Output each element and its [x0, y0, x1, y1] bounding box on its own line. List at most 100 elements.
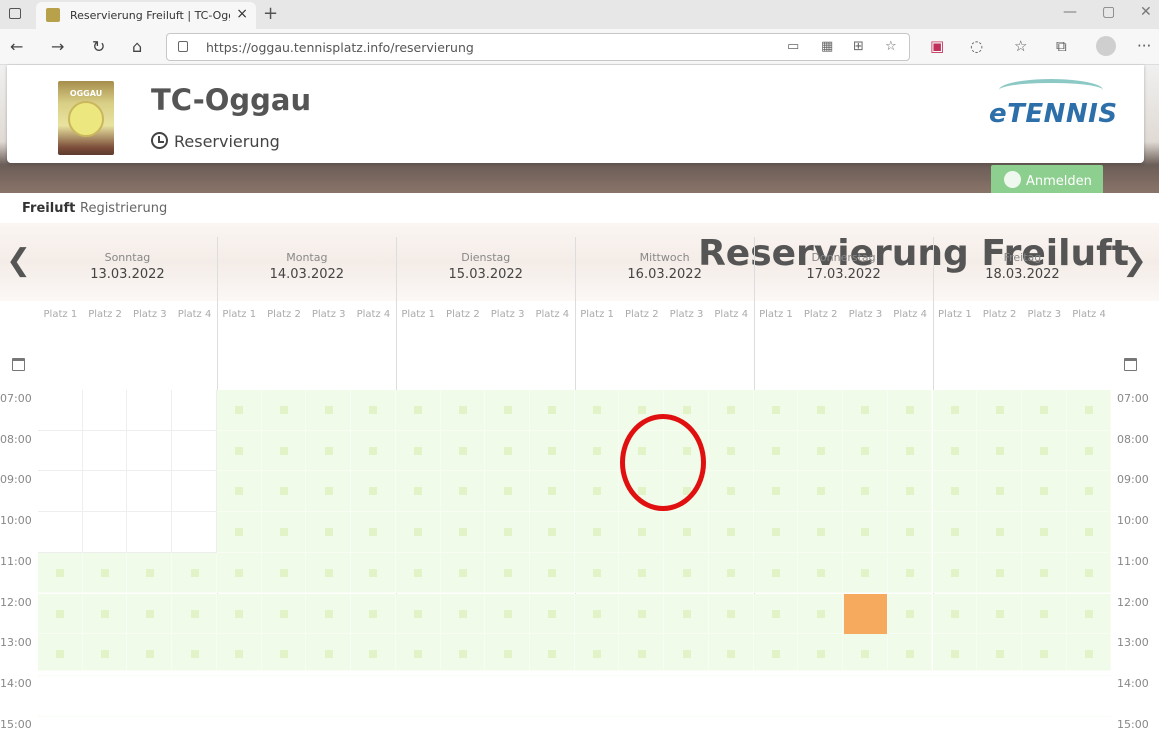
free-slot[interactable] [887, 512, 933, 553]
free-slot[interactable] [485, 715, 530, 717]
free-slot[interactable] [977, 715, 1022, 717]
free-slot[interactable] [619, 512, 665, 553]
free-slot[interactable] [708, 471, 754, 513]
free-slot[interactable] [798, 512, 844, 553]
nav-freiluft[interactable]: Freiluft [22, 201, 75, 216]
free-slot[interactable] [395, 552, 441, 594]
next-week-button[interactable]: ❯ [1122, 243, 1147, 278]
free-slot[interactable] [1021, 390, 1067, 431]
free-slot[interactable] [306, 552, 352, 594]
free-slot[interactable] [216, 593, 262, 635]
free-slot[interactable] [127, 715, 173, 717]
browser-tab[interactable]: Reservierung Freiluft | TC-Oggau × [36, 2, 256, 29]
free-slot[interactable] [351, 593, 396, 635]
club-logo[interactable]: OGGAU [58, 81, 114, 155]
free-slot[interactable] [395, 593, 441, 635]
free-slot[interactable] [932, 593, 978, 635]
free-slot[interactable] [1066, 512, 1112, 553]
free-slot[interactable] [977, 593, 1022, 635]
minimize-button[interactable]: — [1063, 4, 1077, 20]
free-slot[interactable] [395, 430, 441, 472]
free-slot[interactable] [440, 593, 486, 635]
free-slot[interactable] [529, 715, 575, 717]
free-slot[interactable] [440, 674, 486, 676]
free-slot[interactable] [1021, 471, 1067, 513]
nav-registrierung[interactable]: Registrierung [80, 201, 167, 216]
calendar-picker-icon-right[interactable] [1124, 358, 1137, 371]
free-slot[interactable] [440, 471, 486, 513]
free-slot[interactable] [485, 430, 530, 472]
free-slot[interactable] [261, 512, 307, 553]
free-slot[interactable] [38, 593, 83, 635]
free-slot[interactable] [261, 715, 307, 717]
free-slot[interactable] [1066, 430, 1112, 472]
free-slot[interactable] [843, 674, 888, 676]
free-slot[interactable] [1021, 715, 1067, 717]
free-slot[interactable] [529, 471, 575, 513]
calendar-picker-icon-left[interactable] [12, 358, 25, 371]
free-slot[interactable] [1066, 390, 1112, 431]
apps-icon[interactable]: ⊞ [853, 39, 864, 54]
free-slot[interactable] [440, 715, 486, 717]
free-slot[interactable] [753, 512, 799, 553]
free-slot[interactable] [216, 634, 262, 671]
free-slot[interactable] [843, 512, 888, 553]
free-slot[interactable] [351, 715, 396, 717]
free-slot[interactable] [932, 715, 978, 717]
favorites-icon[interactable]: ☆ [1014, 37, 1027, 55]
reload-button[interactable]: ↻ [92, 37, 105, 56]
free-slot[interactable] [1066, 634, 1112, 671]
free-slot[interactable] [887, 552, 933, 594]
free-slot[interactable] [216, 390, 262, 431]
free-slot[interactable] [216, 430, 262, 472]
free-slot[interactable] [798, 715, 844, 717]
free-slot[interactable] [440, 390, 486, 431]
free-slot[interactable] [485, 512, 530, 553]
free-slot[interactable] [306, 715, 352, 717]
profile-avatar[interactable] [1096, 36, 1116, 56]
free-slot[interactable] [843, 430, 888, 472]
free-slot[interactable] [932, 634, 978, 671]
free-slot[interactable] [574, 552, 620, 594]
free-slot[interactable] [843, 471, 888, 513]
free-slot[interactable] [38, 674, 83, 676]
free-slot[interactable] [619, 552, 665, 594]
free-slot[interactable] [172, 593, 217, 635]
free-slot[interactable] [619, 674, 665, 676]
free-slot[interactable] [932, 552, 978, 594]
free-slot[interactable] [932, 674, 978, 676]
free-slot[interactable] [708, 634, 754, 671]
free-slot[interactable] [261, 471, 307, 513]
free-slot[interactable] [529, 674, 575, 676]
free-slot[interactable] [440, 430, 486, 472]
free-slot[interactable] [574, 634, 620, 671]
free-slot[interactable] [351, 674, 396, 676]
free-slot[interactable] [485, 593, 530, 635]
free-slot[interactable] [351, 471, 396, 513]
free-slot[interactable] [887, 430, 933, 472]
free-slot[interactable] [1066, 593, 1112, 635]
url-input[interactable]: https://oggau.tennisplatz.info/reservier… [166, 33, 910, 61]
free-slot[interactable] [798, 593, 844, 635]
free-slot[interactable] [216, 674, 262, 676]
free-slot[interactable] [708, 430, 754, 472]
free-slot[interactable] [261, 593, 307, 635]
free-slot[interactable] [485, 634, 530, 671]
free-slot[interactable] [753, 390, 799, 431]
free-slot[interactable] [351, 552, 396, 594]
free-slot[interactable] [82, 715, 128, 717]
free-slot[interactable] [708, 390, 754, 431]
cast-icon[interactable]: ▭ [787, 39, 799, 54]
back-button[interactable]: ← [10, 37, 23, 56]
free-slot[interactable] [172, 634, 217, 671]
free-slot[interactable] [38, 715, 83, 717]
free-slot[interactable] [664, 593, 709, 635]
free-slot[interactable] [664, 512, 709, 553]
free-slot[interactable] [798, 430, 844, 472]
free-slot[interactable] [887, 471, 933, 513]
free-slot[interactable] [753, 674, 799, 676]
prev-week-button[interactable]: ❮ [6, 243, 31, 278]
free-slot[interactable] [172, 715, 217, 717]
free-slot[interactable] [798, 634, 844, 671]
free-slot[interactable] [932, 390, 978, 431]
